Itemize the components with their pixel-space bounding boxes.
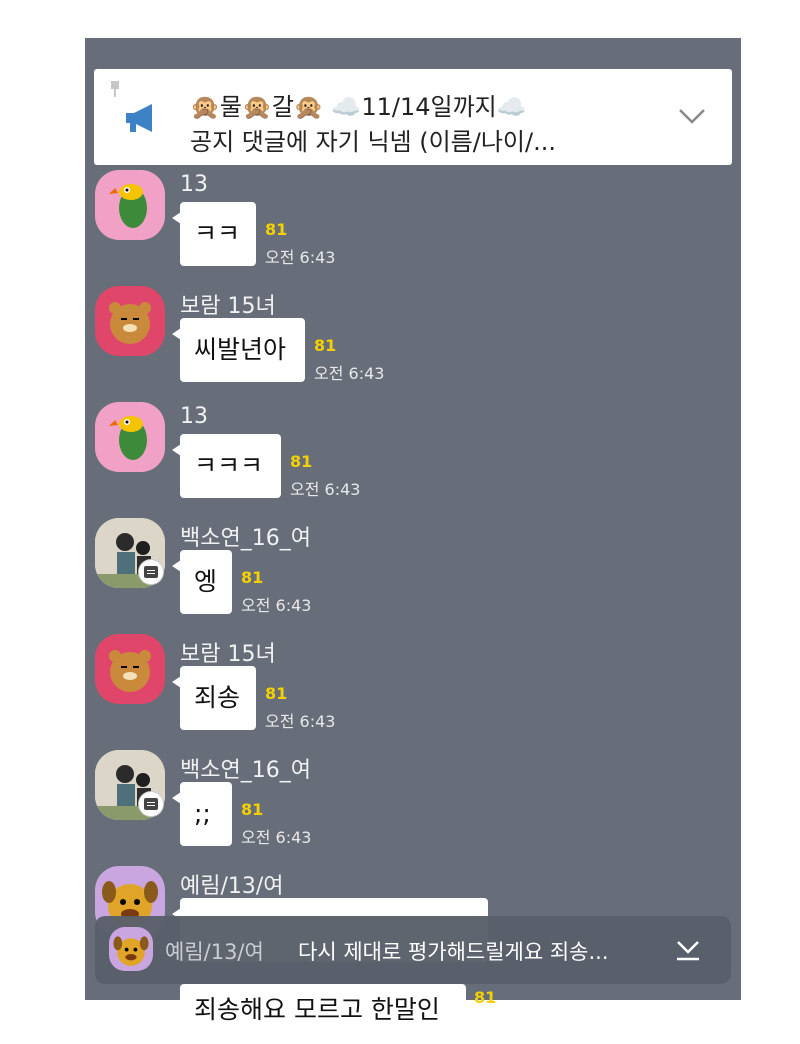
sender-name: 13 — [180, 172, 208, 197]
message-bubble[interactable]: 엥 — [172, 550, 232, 614]
read-count: 81 — [241, 568, 264, 587]
read-count: 81 — [265, 220, 288, 239]
dog-avatar-icon — [113, 936, 149, 966]
sender-name: 보람 15녀 — [180, 642, 276, 667]
read-count: 81 — [314, 336, 337, 355]
read-count: 81 — [265, 684, 288, 703]
message-bubble[interactable]: ㅋㅋㅋ — [172, 434, 281, 498]
bear-avatar-icon — [109, 302, 151, 344]
avatar-13[interactable] — [95, 402, 165, 472]
sender-name: 보람 15녀 — [180, 294, 276, 319]
message-time: 오전 6:43 — [241, 596, 312, 615]
message-time: 오전 6:43 — [265, 712, 336, 731]
preview-avatar — [109, 927, 153, 971]
read-count: 81 — [474, 988, 497, 1007]
message-bubble[interactable]: 죄송 — [172, 666, 256, 730]
new-message-preview[interactable]: 예림/13/여 다시 제대로 평가해드릴게요 죄송... — [95, 916, 731, 984]
avatar-boram[interactable] — [95, 286, 165, 356]
notice-title: 🙊물🙊갈🙊 ☁️11/14일까지☁️ — [190, 93, 527, 121]
crocodile-avatar-icon — [109, 416, 147, 460]
read-count: 81 — [290, 452, 313, 471]
message-bubble-partial[interactable]: 죄송해요 모르고 한말인 — [180, 984, 466, 1044]
sender-name: 13 — [180, 404, 208, 429]
message-bubble[interactable]: ;; — [172, 782, 232, 846]
crocodile-avatar-icon — [109, 184, 147, 228]
avatar-boram[interactable] — [95, 634, 165, 704]
chevron-down-icon[interactable] — [678, 107, 706, 125]
notice-banner[interactable]: 🙊물🙊갈🙊 ☁️11/14일까지☁️ 공지 댓글에 자기 닉넴 (이름/나이/.… — [94, 69, 732, 165]
chat-room[interactable]: 🙊물🙊갈🙊 ☁️11/14일까지☁️ 공지 댓글에 자기 닉넴 (이름/나이/.… — [85, 0, 741, 1000]
read-count: 81 — [241, 800, 264, 819]
message-time: 오전 6:43 — [290, 480, 361, 499]
message-time: 오전 6:43 — [314, 364, 385, 383]
message-bubble[interactable]: ㅋㅋ — [172, 202, 256, 266]
message-time: 오전 6:43 — [265, 248, 336, 267]
pin-icon — [111, 81, 119, 97]
message-time: 오전 6:43 — [241, 828, 312, 847]
chat-badge-icon — [139, 792, 163, 816]
scroll-down-icon[interactable] — [675, 936, 701, 962]
sender-name: 예림/13/여 — [180, 874, 284, 899]
top-strip — [85, 0, 741, 38]
preview-text: 다시 제대로 평가해드릴게요 죄송... — [298, 940, 609, 964]
message-bubble[interactable]: 씨발년아 — [172, 318, 305, 382]
megaphone-icon — [126, 104, 152, 132]
notice-preview: 공지 댓글에 자기 닉넴 (이름/나이/... — [190, 128, 556, 156]
sender-name: 백소연_16_여 — [180, 526, 311, 551]
chat-badge-icon — [139, 560, 163, 584]
preview-sender: 예림/13/여 — [165, 940, 264, 964]
bear-avatar-icon — [109, 650, 151, 692]
avatar-13[interactable] — [95, 170, 165, 240]
sender-name: 백소연_16_여 — [180, 758, 311, 783]
